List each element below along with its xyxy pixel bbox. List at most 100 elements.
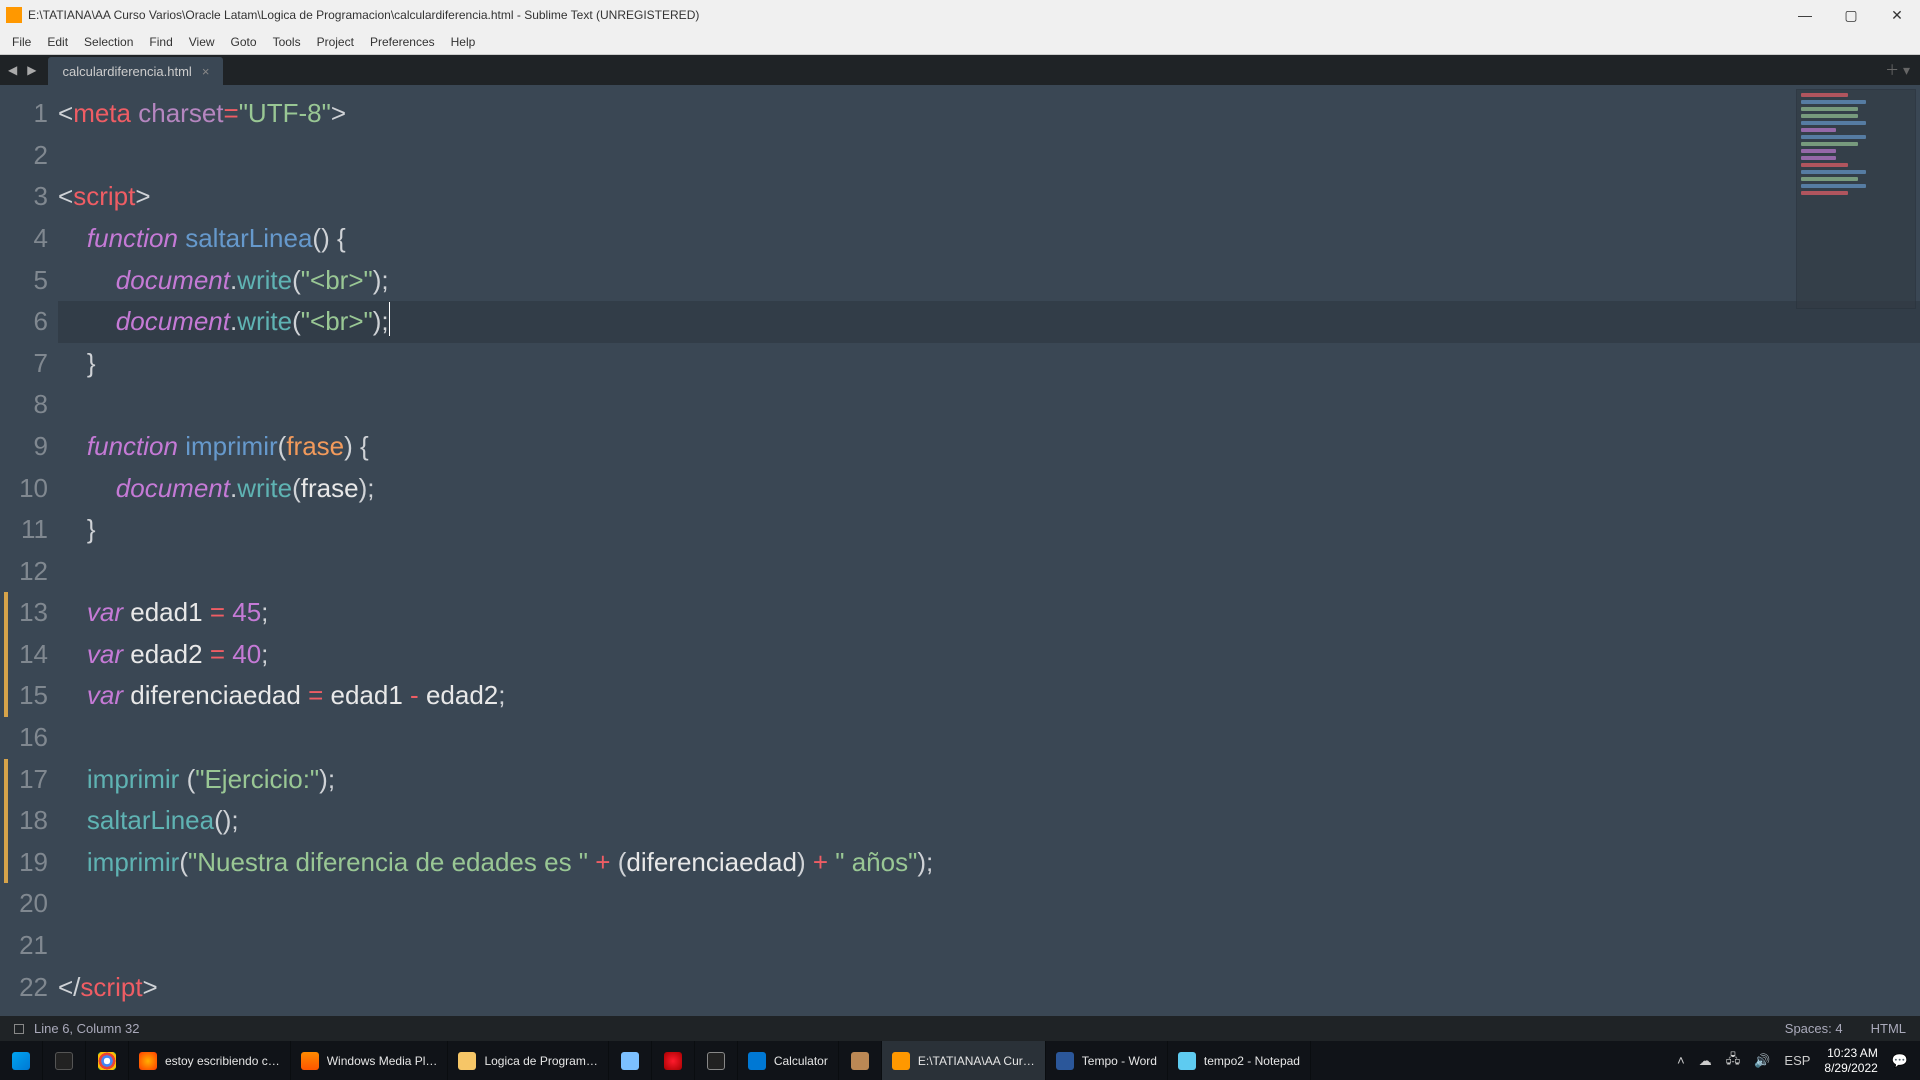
taskbar-app-icon: [892, 1052, 910, 1070]
code-line[interactable]: [58, 717, 1920, 759]
window-controls: — ▢ ✕: [1782, 0, 1920, 30]
window-titlebar: E:\TATIANA\AA Curso Varios\Oracle Latam\…: [0, 0, 1920, 30]
taskbar-item-label: Logica de Program…: [484, 1054, 597, 1068]
code-line[interactable]: [58, 551, 1920, 593]
menu-view[interactable]: View: [181, 31, 223, 53]
taskbar-item[interactable]: [652, 1041, 695, 1080]
minimize-button[interactable]: —: [1782, 0, 1828, 30]
tray-chevron-icon[interactable]: ˄: [1677, 1053, 1685, 1068]
code-line[interactable]: }: [58, 343, 1920, 385]
taskbar-item-label: Calculator: [774, 1054, 828, 1068]
code-line[interactable]: imprimir ("Ejercicio:");: [58, 759, 1920, 801]
taskbar-app-icon: [1056, 1052, 1074, 1070]
line-number: 11: [4, 509, 48, 551]
taskbar-item-label: tempo2 - Notepad: [1204, 1054, 1300, 1068]
task-view-button[interactable]: [43, 1041, 86, 1080]
code-line[interactable]: document.write("<br>");: [58, 260, 1920, 302]
clock-date: 8/29/2022: [1824, 1061, 1877, 1075]
line-number: 17: [4, 759, 48, 801]
code-line[interactable]: document.write("<br>");: [58, 301, 1920, 343]
line-number: 3: [4, 176, 48, 218]
status-syntax[interactable]: HTML: [1871, 1021, 1906, 1036]
tray-onedrive-icon[interactable]: ☁: [1699, 1053, 1712, 1069]
menu-tools[interactable]: Tools: [265, 31, 309, 53]
menu-goto[interactable]: Goto: [223, 31, 265, 53]
status-indent[interactable]: Spaces: 4: [1785, 1021, 1843, 1036]
taskbar-item[interactable]: [695, 1041, 738, 1080]
tray-network-icon[interactable]: 🖧: [1726, 1050, 1741, 1072]
menu-project[interactable]: Project: [309, 31, 362, 53]
close-button[interactable]: ✕: [1874, 0, 1920, 30]
taskbar-clock[interactable]: 10:23 AM 8/29/2022: [1824, 1046, 1877, 1075]
code-line[interactable]: document.write(frase);: [58, 468, 1920, 510]
line-number: 21: [4, 925, 48, 967]
minimap[interactable]: [1796, 89, 1916, 309]
taskbar-app-icon: [851, 1052, 869, 1070]
code-area[interactable]: <meta charset="UTF-8"> <script> function…: [58, 85, 1920, 1016]
tab-bar: ◀ ▶ calculardiferencia.html × ＋ ▾: [0, 55, 1920, 85]
status-bar: Line 6, Column 32 Spaces: 4 HTML: [0, 1016, 1920, 1041]
code-line[interactable]: [58, 384, 1920, 426]
windows-taskbar: estoy escribiendo c… Windows Media Pl… Log…: [0, 1041, 1920, 1080]
nav-forward-icon[interactable]: ▶: [23, 61, 40, 79]
menu-edit[interactable]: Edit: [39, 31, 76, 53]
taskbar-item-label: Windows Media Pl…: [327, 1054, 438, 1068]
code-line[interactable]: [58, 135, 1920, 177]
tray-volume-icon[interactable]: 🔊: [1754, 1053, 1770, 1069]
menu-selection[interactable]: Selection: [76, 31, 141, 53]
code-line[interactable]: saltarLinea();: [58, 800, 1920, 842]
code-line[interactable]: </script>: [58, 967, 1920, 1009]
code-line[interactable]: [58, 883, 1920, 925]
nav-back-icon[interactable]: ◀: [4, 61, 21, 79]
code-line[interactable]: <meta charset="UTF-8">: [58, 93, 1920, 135]
line-number: 7: [4, 343, 48, 385]
code-line[interactable]: }: [58, 509, 1920, 551]
taskbar-item[interactable]: [609, 1041, 652, 1080]
line-number: 2: [4, 135, 48, 177]
taskbar-app-icon: [621, 1052, 639, 1070]
code-line[interactable]: [58, 925, 1920, 967]
tab-label: calculardiferencia.html: [62, 64, 191, 79]
code-line[interactable]: <script>: [58, 176, 1920, 218]
menu-preferences[interactable]: Preferences: [362, 31, 443, 53]
action-center-icon[interactable]: 💬: [1892, 1053, 1908, 1069]
line-number: 22: [4, 967, 48, 1009]
taskbar-item[interactable]: E:\TATIANA\AA Cur…: [882, 1041, 1046, 1080]
taskbar-item[interactable]: tempo2 - Notepad: [1168, 1041, 1311, 1080]
status-panel-icon[interactable]: [14, 1024, 24, 1034]
menu-find[interactable]: Find: [141, 31, 180, 53]
line-number: 15: [4, 675, 48, 717]
start-button[interactable]: [0, 1041, 43, 1080]
code-line[interactable]: var edad1 = 45;: [58, 592, 1920, 634]
taskbar-item[interactable]: Tempo - Word: [1046, 1041, 1168, 1080]
taskbar-item[interactable]: Calculator: [738, 1041, 839, 1080]
code-line[interactable]: function saltarLinea() {: [58, 218, 1920, 260]
line-number: 4: [4, 218, 48, 260]
taskbar-item-label: Tempo - Word: [1082, 1054, 1157, 1068]
taskbar-item[interactable]: Logica de Program…: [448, 1041, 608, 1080]
taskbar-app-icon: [664, 1052, 682, 1070]
tab-active[interactable]: calculardiferencia.html ×: [48, 57, 223, 85]
new-tab-button[interactable]: ＋ ▾: [1885, 60, 1910, 80]
taskbar-app-icon: [1178, 1052, 1196, 1070]
tray-language[interactable]: ESP: [1784, 1053, 1810, 1068]
code-line[interactable]: var diferenciaedad = edad1 - edad2;: [58, 675, 1920, 717]
taskbar-chrome[interactable]: [86, 1041, 129, 1080]
system-tray: ˄ ☁ 🖧 🔊 ESP 10:23 AM 8/29/2022 💬: [1665, 1046, 1920, 1075]
taskbar-item[interactable]: estoy escribiendo c…: [129, 1041, 291, 1080]
code-editor[interactable]: 12345678910111213141516171819202122 <met…: [0, 85, 1920, 1016]
tab-close-icon[interactable]: ×: [202, 64, 210, 79]
code-line[interactable]: imprimir("Nuestra diferencia de edades e…: [58, 842, 1920, 884]
code-line[interactable]: var edad2 = 40;: [58, 634, 1920, 676]
line-number: 14: [4, 634, 48, 676]
code-line[interactable]: function imprimir(frase) {: [58, 426, 1920, 468]
line-number: 20: [4, 883, 48, 925]
line-number: 19: [4, 842, 48, 884]
maximize-button[interactable]: ▢: [1828, 0, 1874, 30]
taskbar-item[interactable]: Windows Media Pl…: [291, 1041, 449, 1080]
menu-file[interactable]: File: [4, 31, 39, 53]
taskbar-item[interactable]: [839, 1041, 882, 1080]
menu-help[interactable]: Help: [443, 31, 484, 53]
taskbar-app-icon: [301, 1052, 319, 1070]
line-number: 1: [4, 93, 48, 135]
